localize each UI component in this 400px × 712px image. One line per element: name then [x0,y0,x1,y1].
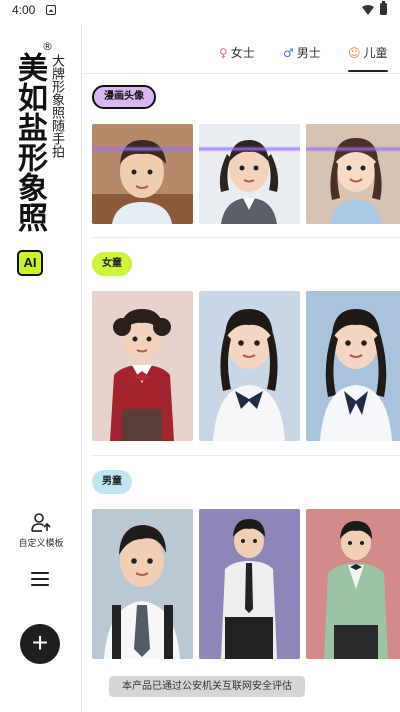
status-time: 4:00 [12,3,36,17]
photo-boy-3[interactable] [306,509,400,659]
wifi-icon [362,5,374,15]
status-bar: 4:00 [0,0,400,24]
photo-girl-1[interactable] [92,291,193,441]
brand-logo: 美如盐形象照 ® 大牌形象照随手拍 AI [0,24,82,284]
custom-template-label: 自定义模板 [18,539,64,549]
photo-girl-2[interactable] [199,291,300,441]
add-button[interactable]: + [20,624,60,664]
battery-icon [380,1,387,15]
registered-mark: ® [42,40,53,53]
custom-template-button[interactable]: 自定义模板 [0,512,82,552]
section-label-boys[interactable]: 男童 [92,470,132,494]
sidebar: 美如盐形象照 ® 大牌形象照随手拍 AI 自定义模板 + [0,24,82,712]
brand-slogan: 大牌形象照随手拍 [49,54,64,158]
menu-icon[interactable] [31,572,49,586]
tab-female[interactable]: ♀ 女士 [219,44,255,68]
section-divider [91,237,400,238]
female-icon: ♀ [219,46,228,60]
tab-male-label: 男士 [296,46,321,60]
male-icon: ♂ [283,46,294,60]
tab-child-label: 儿童 [363,46,388,60]
photo-comic-3[interactable] [306,124,400,224]
photo-comic-2[interactable] [199,124,300,224]
section-label-girls[interactable]: 女童 [92,252,132,276]
child-icon: ☺ [348,46,361,60]
photo-boy-1[interactable] [92,509,193,659]
ai-badge: AI [17,250,43,276]
brand-title: 美如盐形象照 [12,52,47,232]
tab-male[interactable]: ♂ 男士 [283,44,321,68]
section-label-comic[interactable]: 漫画头像 [92,85,156,109]
category-tabs: ♀ 女士 ♂ 男士 ☺ 儿童 [83,24,400,74]
notification-icon [46,5,56,15]
section-divider [91,455,400,456]
photo-boy-2[interactable] [199,509,300,659]
tab-child[interactable]: ☺ 儿童 [348,44,388,72]
photo-girl-3[interactable] [306,291,400,441]
photo-comic-1[interactable] [92,124,193,224]
add-user-icon [31,513,51,532]
security-toast: 本产品已通过公安机关互联网安全评估 [109,676,305,697]
tab-female-label: 女士 [230,46,255,60]
content-area: 漫画头像 女童 男童 [83,75,400,712]
